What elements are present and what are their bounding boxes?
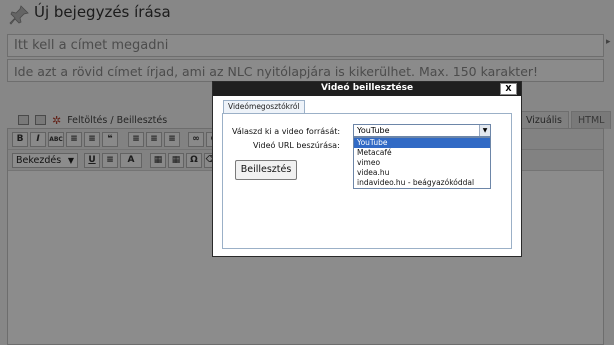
video-source-options: YouTube Metacafé vimeo videa.hu indavide… [353,137,491,189]
insert-button[interactable]: Beillesztés [235,160,297,180]
video-insert-dialog: Videó beillesztése X Videómegosztókról V… [212,81,522,257]
chevron-down-icon[interactable]: ▼ [479,125,490,136]
dialog-panel: Válaszd ki a video forrását: Videó URL b… [222,113,512,249]
dialog-title: Videó beillesztése [320,83,414,93]
video-source-value: YouTube [357,126,390,135]
source-option-indavideo[interactable]: indavideo.hu - beágyazókóddal [354,178,490,188]
video-source-select[interactable]: YouTube ▼ [353,124,491,137]
source-label: Válaszd ki a video forrását: [232,127,341,136]
source-option-videa[interactable]: videa.hu [354,168,490,178]
tab-video-sharing-sites[interactable]: Videómegosztókról [223,100,305,113]
source-option-vimeo[interactable]: vimeo [354,158,490,168]
source-option-youtube[interactable]: YouTube [354,138,490,148]
source-option-metacafe[interactable]: Metacafé [354,148,490,158]
url-label: Videó URL beszúrása: [253,141,340,150]
close-button[interactable]: X [500,83,517,95]
